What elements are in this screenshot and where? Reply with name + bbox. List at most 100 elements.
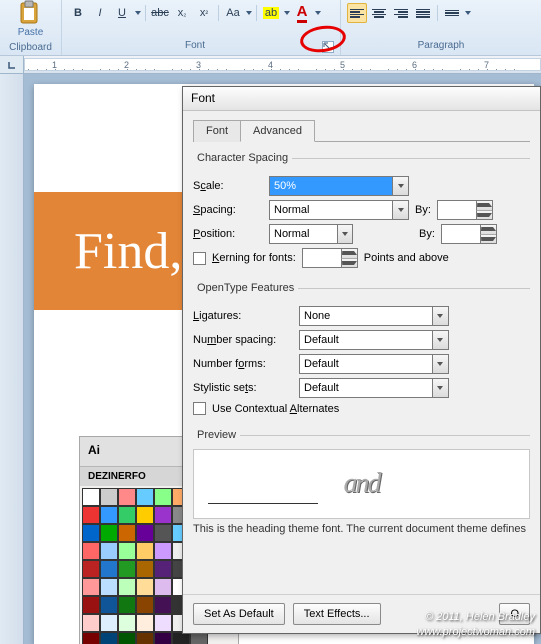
case-dropdown-icon[interactable] xyxy=(246,11,252,15)
color-swatch[interactable] xyxy=(118,578,136,596)
ligatures-input[interactable] xyxy=(300,307,432,325)
color-swatch[interactable] xyxy=(118,524,136,542)
color-swatch[interactable] xyxy=(118,614,136,632)
scale-input[interactable] xyxy=(270,177,392,195)
color-swatch[interactable] xyxy=(82,596,100,614)
spacing-input[interactable] xyxy=(270,201,392,219)
position-by-spinner[interactable] xyxy=(441,224,497,244)
spin-up-icon[interactable] xyxy=(476,201,492,210)
scale-dropdown-icon[interactable] xyxy=(392,177,408,195)
superscript-button[interactable]: x² xyxy=(194,3,214,23)
numforms-input[interactable] xyxy=(300,355,432,373)
justify-button[interactable] xyxy=(413,3,433,23)
color-swatch[interactable] xyxy=(154,632,172,644)
numforms-dropdown-icon[interactable] xyxy=(432,355,448,373)
dialog-title[interactable]: Font xyxy=(183,87,540,111)
paste-label[interactable]: Paste xyxy=(18,27,44,38)
color-swatch[interactable] xyxy=(154,524,172,542)
color-swatch[interactable] xyxy=(82,614,100,632)
contextual-checkbox[interactable] xyxy=(193,402,206,415)
color-swatch[interactable] xyxy=(100,578,118,596)
tab-advanced[interactable]: Advanced xyxy=(240,120,315,142)
color-swatch[interactable] xyxy=(136,542,154,560)
numspacing-input[interactable] xyxy=(300,331,432,349)
font-dialog-launcher[interactable] xyxy=(322,41,334,53)
vertical-ruler[interactable] xyxy=(0,74,24,644)
color-swatch[interactable] xyxy=(136,578,154,596)
color-swatch[interactable] xyxy=(82,506,100,524)
numspacing-dropdown-icon[interactable] xyxy=(432,331,448,349)
color-swatch[interactable] xyxy=(100,488,118,506)
color-swatch[interactable] xyxy=(82,542,100,560)
color-swatch[interactable] xyxy=(118,506,136,524)
color-swatch[interactable] xyxy=(136,524,154,542)
color-swatch[interactable] xyxy=(136,614,154,632)
color-swatch[interactable] xyxy=(82,524,100,542)
font-color-button[interactable]: A xyxy=(292,3,312,23)
stylistic-input[interactable] xyxy=(300,379,432,397)
text-effects-button[interactable]: Text Effects... xyxy=(293,603,381,625)
line-spacing-dropdown-icon[interactable] xyxy=(465,11,471,15)
color-swatch[interactable] xyxy=(100,632,118,644)
stylistic-dropdown-icon[interactable] xyxy=(432,379,448,397)
spacing-dropdown-icon[interactable] xyxy=(392,201,408,219)
strikethrough-button[interactable]: abc xyxy=(150,3,170,23)
color-swatch[interactable] xyxy=(118,488,136,506)
stylistic-combo[interactable] xyxy=(299,378,449,398)
spacing-combo[interactable] xyxy=(269,200,409,220)
align-left-button[interactable] xyxy=(347,3,367,23)
color-swatch[interactable] xyxy=(154,506,172,524)
position-by-input[interactable] xyxy=(442,225,480,243)
color-swatch[interactable] xyxy=(154,542,172,560)
numforms-combo[interactable] xyxy=(299,354,449,374)
font-color-dropdown-icon[interactable] xyxy=(315,11,321,15)
color-swatch[interactable] xyxy=(82,488,100,506)
color-swatch[interactable] xyxy=(100,596,118,614)
tab-selector[interactable] xyxy=(0,56,24,73)
ok-button[interactable]: O xyxy=(499,603,530,625)
color-swatch[interactable] xyxy=(154,596,172,614)
underline-button[interactable]: U xyxy=(112,3,132,23)
color-swatch[interactable] xyxy=(100,524,118,542)
underline-dropdown-icon[interactable] xyxy=(135,11,141,15)
ligatures-combo[interactable] xyxy=(299,306,449,326)
color-swatch[interactable] xyxy=(82,578,100,596)
paste-icon[interactable] xyxy=(15,0,47,27)
spin-up-icon[interactable] xyxy=(480,225,496,234)
color-swatch[interactable] xyxy=(136,632,154,644)
subscript-button[interactable]: x₂ xyxy=(172,3,192,23)
color-swatch[interactable] xyxy=(154,488,172,506)
color-swatch[interactable] xyxy=(154,578,172,596)
position-combo[interactable] xyxy=(269,224,353,244)
spin-up-icon[interactable] xyxy=(341,249,357,258)
align-center-button[interactable] xyxy=(369,3,389,23)
spacing-by-input[interactable] xyxy=(438,201,476,219)
spin-down-icon[interactable] xyxy=(341,258,357,268)
color-swatch[interactable] xyxy=(100,614,118,632)
color-swatch[interactable] xyxy=(154,560,172,578)
color-swatch[interactable] xyxy=(136,560,154,578)
color-swatch[interactable] xyxy=(136,506,154,524)
color-swatch[interactable] xyxy=(82,632,100,644)
position-dropdown-icon[interactable] xyxy=(337,225,352,243)
color-swatch[interactable] xyxy=(136,596,154,614)
ligatures-dropdown-icon[interactable] xyxy=(432,307,448,325)
color-swatch[interactable] xyxy=(118,560,136,578)
numspacing-combo[interactable] xyxy=(299,330,449,350)
kerning-input[interactable] xyxy=(303,249,341,267)
color-swatch[interactable] xyxy=(118,596,136,614)
horizontal-ruler[interactable]: 1234567 xyxy=(0,56,541,74)
color-swatch[interactable] xyxy=(118,542,136,560)
color-swatch[interactable] xyxy=(136,488,154,506)
spacing-by-spinner[interactable] xyxy=(437,200,493,220)
set-default-button[interactable]: Set As Default xyxy=(193,603,285,625)
kerning-spinner[interactable] xyxy=(302,248,358,268)
bold-button[interactable]: B xyxy=(68,3,88,23)
italic-button[interactable]: I xyxy=(90,3,110,23)
color-swatch[interactable] xyxy=(100,560,118,578)
change-case-button[interactable]: Aa xyxy=(223,3,243,23)
spin-down-icon[interactable] xyxy=(476,210,492,220)
spin-down-icon[interactable] xyxy=(480,234,496,244)
color-swatch[interactable] xyxy=(100,506,118,524)
color-swatch[interactable] xyxy=(154,614,172,632)
